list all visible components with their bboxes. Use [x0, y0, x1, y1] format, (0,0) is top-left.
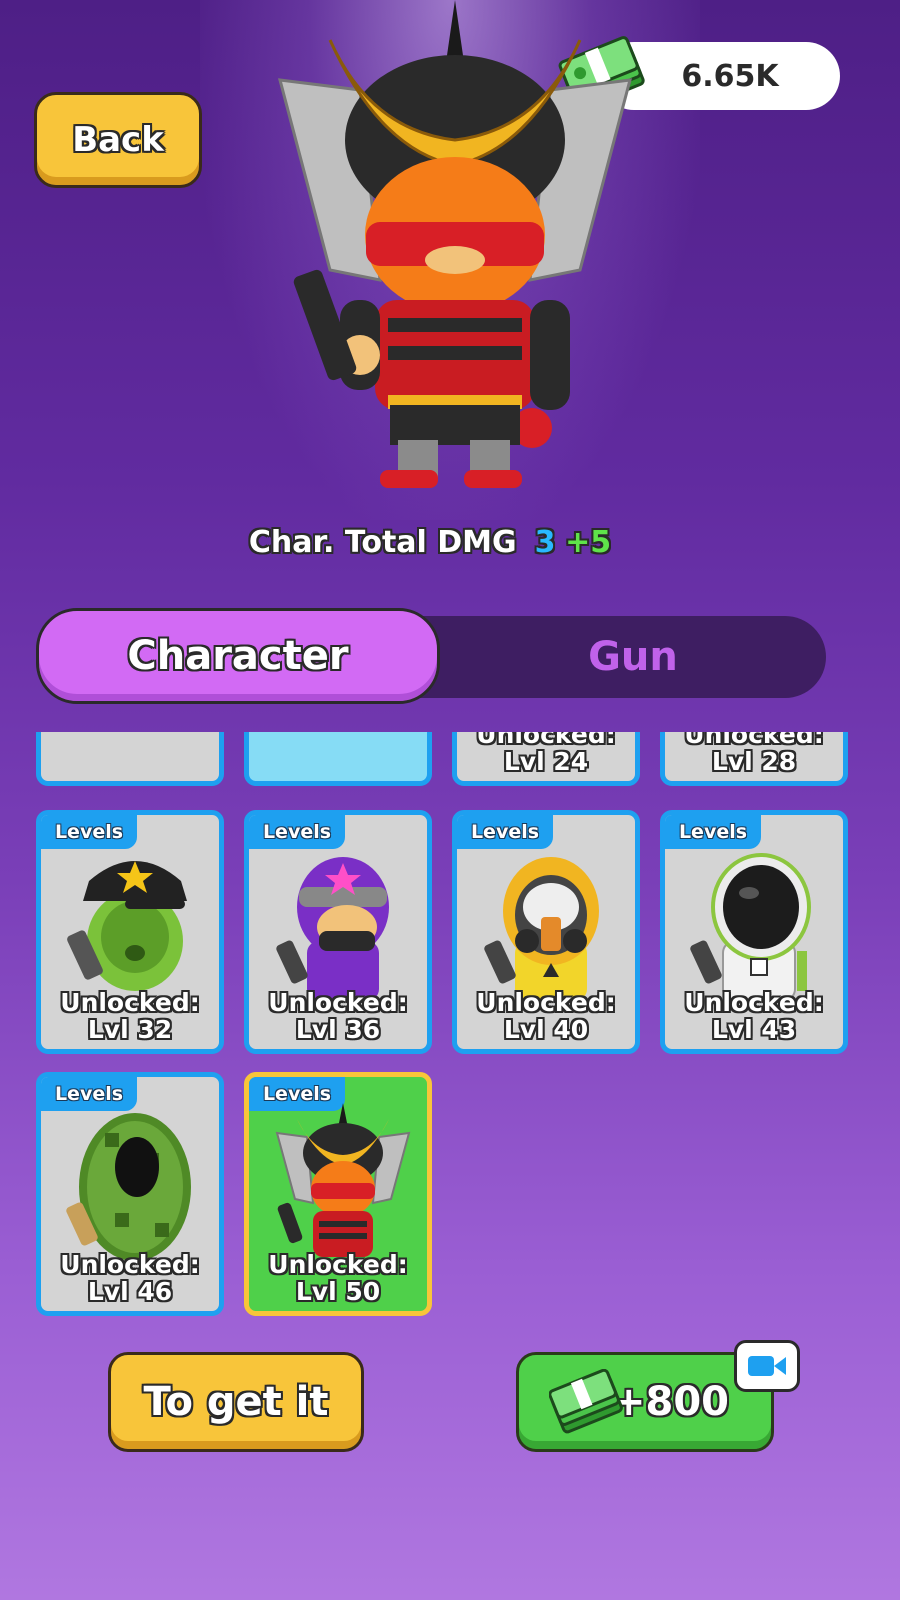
- unlock-label: Unlocked:: [268, 1250, 408, 1279]
- character-card[interactable]: Levels Unlocked: Lvl 46: [36, 1072, 224, 1316]
- green-hoodie-character-figure: [67, 861, 187, 991]
- ghillie-character-figure: [66, 1113, 191, 1261]
- character-figure: [273, 732, 413, 733]
- astronaut-character-figure: [690, 853, 811, 1001]
- currency-amount: 6.65K: [681, 58, 779, 94]
- character-figure: [65, 732, 205, 733]
- unlock-level: Lvl 50: [295, 1277, 381, 1306]
- unlock-label: Unlocked:: [476, 988, 616, 1017]
- unlock-level: Lvl 43: [711, 1015, 797, 1044]
- tab-character[interactable]: Character: [36, 608, 440, 704]
- selected-character-preview: [277, 0, 633, 488]
- character-card[interactable]: Levels Unlocked: Lvl 36: [244, 810, 432, 1054]
- video-camera-icon[interactable]: [734, 1340, 800, 1392]
- damage-bonus: +5: [565, 524, 612, 560]
- character-card[interactable]: [244, 732, 432, 786]
- cash-stack-icon: [549, 1369, 623, 1434]
- unlock-label: Unlocked:: [684, 988, 824, 1017]
- to-get-it-button[interactable]: To get it: [108, 1352, 364, 1452]
- samurai-character-figure: [275, 1103, 411, 1257]
- damage-stat: Char. Total DMG 3 +5: [0, 520, 860, 564]
- character-card[interactable]: Levels Unlocked: Lvl 43: [660, 810, 848, 1054]
- character-card[interactable]: Unlocked: Lvl 24: [452, 732, 640, 786]
- hazmat-character-figure: [484, 857, 599, 1001]
- damage-label: Char. Total DMG: [248, 524, 517, 560]
- back-button[interactable]: Back: [34, 92, 202, 188]
- unlock-level: Lvl 46: [87, 1277, 173, 1306]
- tab-gun[interactable]: Gun: [440, 616, 826, 698]
- unlock-label: Unlocked:: [60, 988, 200, 1017]
- unlock-level: Lvl 36: [295, 1015, 381, 1044]
- character-card[interactable]: Unlocked: Lvl 28: [660, 732, 848, 786]
- character-card[interactable]: Levels Unlocked: Lvl 40: [452, 810, 640, 1054]
- reward-amount: +800: [611, 1379, 729, 1425]
- unlock-level: Lvl 28: [711, 747, 797, 776]
- character-card[interactable]: Levels Unlocked: Lvl 32: [36, 810, 224, 1054]
- unlock-label: Unlocked:: [60, 1250, 200, 1279]
- character-card-selected[interactable]: Levels Unlocked: Lvl 50: [244, 1072, 432, 1316]
- unlock-level: Lvl 40: [503, 1015, 589, 1044]
- unlock-level: Lvl 24: [503, 747, 589, 776]
- character-grid[interactable]: Unlocked: Lvl 24 Unlocked: Lvl 28 Levels…: [36, 732, 848, 1322]
- character-card[interactable]: [36, 732, 224, 786]
- category-tabs: Character Gun: [36, 608, 826, 704]
- unlock-label: Unlocked:: [684, 732, 824, 749]
- video-camera-glyph: [748, 1356, 786, 1376]
- purple-ninja-character-figure: [276, 857, 389, 1001]
- unlock-label: Unlocked:: [476, 732, 616, 749]
- unlock-label: Unlocked:: [268, 988, 408, 1017]
- unlock-level: Lvl 32: [87, 1015, 173, 1044]
- damage-base: 3: [534, 524, 556, 560]
